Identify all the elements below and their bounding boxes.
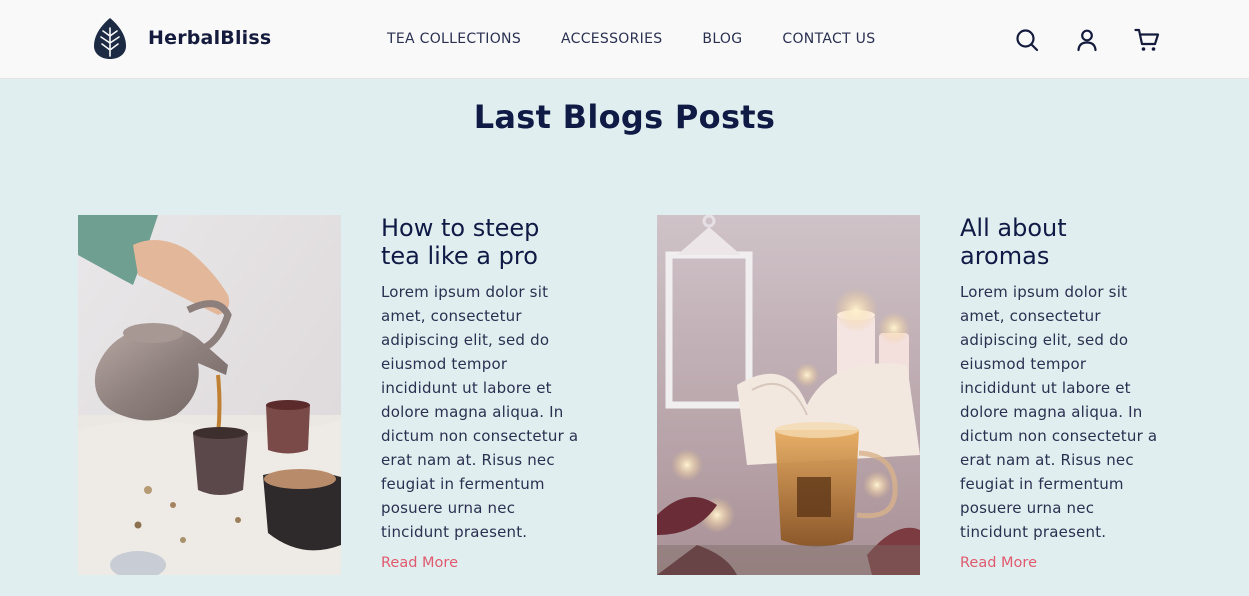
nav-accessories[interactable]: ACCESSORIES [561, 31, 662, 47]
post-excerpt: Lorem ipsum dolor sit amet, consectetur … [960, 283, 1158, 541]
post-card-aromas: All about aromas Lorem ipsum dolor sit a… [960, 214, 1160, 571]
header-actions [1014, 27, 1160, 53]
section-title: Last Blogs Posts [473, 98, 776, 136]
nav-blog[interactable]: BLOG [702, 31, 742, 47]
post-title-line: How to steep [381, 214, 540, 242]
post-title[interactable]: All about aromas [960, 214, 1160, 270]
cart-icon[interactable] [1134, 27, 1160, 53]
read-more-link[interactable]: Read More [381, 555, 581, 571]
brand-name: HerbalBliss [148, 27, 272, 49]
read-more-link[interactable]: Read More [960, 555, 1160, 571]
post-title-line: All about [960, 214, 1067, 242]
user-icon[interactable] [1074, 27, 1100, 53]
post-title[interactable]: How to steep tea like a pro [381, 214, 581, 270]
search-icon[interactable] [1014, 27, 1040, 53]
nav-contact-us[interactable]: CONTACT US [782, 31, 875, 47]
post-excerpt: Lorem ipsum dolor sit amet, consectetur … [381, 283, 579, 541]
post-title-line: tea like a pro [381, 242, 538, 270]
leaf-logo-icon [94, 18, 126, 59]
nav-tea-collections[interactable]: TEA COLLECTIONS [387, 31, 521, 47]
main-nav: TEA COLLECTIONS ACCESSORIES BLOG CONTACT… [387, 31, 915, 47]
brand-logo[interactable]: HerbalBliss [92, 16, 271, 60]
post-image-steep-tea[interactable] [78, 215, 341, 575]
site-header: HerbalBliss TEA COLLECTIONS ACCESSORIES … [0, 0, 1249, 79]
post-title-line: aromas [960, 242, 1050, 270]
post-image-aromas[interactable] [657, 215, 920, 575]
post-card-steep-tea: How to steep tea like a pro Lorem ipsum … [381, 214, 581, 571]
